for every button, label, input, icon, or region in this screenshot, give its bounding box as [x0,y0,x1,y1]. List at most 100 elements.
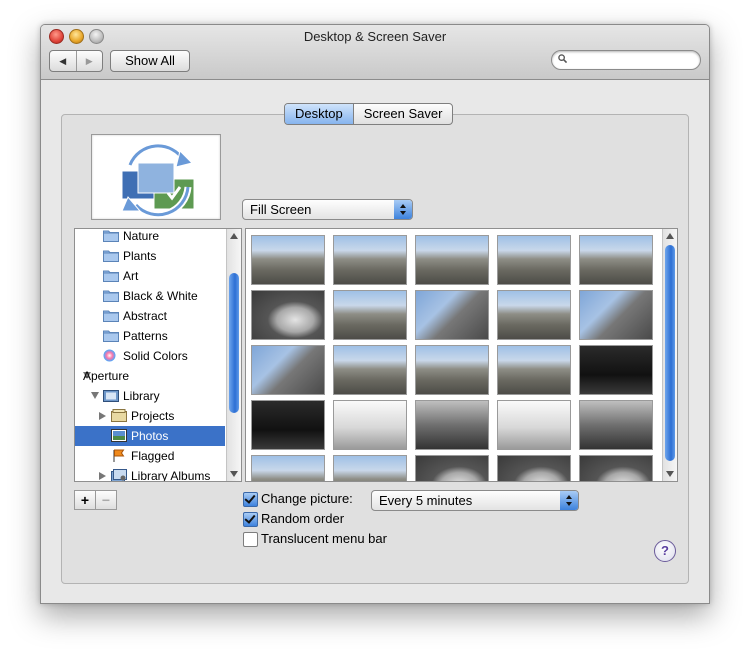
sidebar-item[interactable]: Projects [75,406,225,426]
sidebar-item[interactable]: Library [75,386,225,406]
flag-icon [113,449,125,462]
folder-icon [103,230,119,242]
change-picture-checkbox[interactable] [243,492,258,507]
sidebar-item-label: Plants [123,249,157,263]
toolbar: Desktop & Screen Saver ◀ ▶ Show All [41,25,709,80]
sidebar-item-label: Library Albums [131,469,211,482]
sidebar-item-label: Projects [131,409,175,423]
folder-icon [103,250,119,262]
folder-icon [103,270,119,282]
fit-mode-popup[interactable]: Fill Screen [242,199,413,220]
photo-thumbnail[interactable] [497,455,571,481]
change-picture-label: Change picture: [261,491,353,506]
photo-thumbnail[interactable] [415,290,489,340]
sidebar-item[interactable]: Plants [75,246,225,266]
fit-mode-value: Fill Screen [250,202,312,217]
scroll-down-icon[interactable] [666,471,674,477]
disclosure-open-icon[interactable] [91,392,99,399]
disclosure-closed-icon[interactable] [99,472,106,480]
photo-thumbnail[interactable] [579,455,653,481]
source-list-scrollbar[interactable] [226,229,241,481]
photo-thumbnail[interactable] [333,400,407,450]
sidebar-item-label: Abstract [123,309,168,323]
sidebar-item-label: Photos [131,429,169,443]
sidebar-item[interactable]: Photos [75,426,225,446]
add-remove-control: + − [74,490,117,510]
scroll-thumb[interactable] [665,245,675,461]
random-order-label: Random order [261,511,345,526]
photo-thumbnail[interactable] [333,290,407,340]
photo-thumbnail[interactable] [579,400,653,450]
sidebar-item[interactable]: Solid Colors [75,346,225,366]
popup-arrows-icon [394,200,412,219]
color-wheel-icon [103,349,116,362]
sidebar-item[interactable]: Black & White [75,286,225,306]
photo-thumbnail[interactable] [251,290,325,340]
help-button[interactable]: ? [654,540,676,562]
photo-thumbnail[interactable] [251,455,325,481]
photo-thumbnail[interactable] [497,400,571,450]
source-list[interactable]: Nature Plants Art Black & White Abstract Patt… [74,228,242,482]
sidebar-item[interactable]: Aperture [75,366,225,386]
photo-thumbnail[interactable] [497,235,571,285]
show-all-button[interactable]: Show All [110,50,190,72]
sidebar-item[interactable]: Patterns [75,326,225,346]
interval-value: Every 5 minutes [379,493,473,508]
sidebar-item-label: Solid Colors [123,349,188,363]
photo-thumbnail[interactable] [415,455,489,481]
photo-thumbnail[interactable] [497,345,571,395]
photo-thumbnail[interactable] [579,345,653,395]
photo-thumbnail[interactable] [251,400,325,450]
sidebar-item[interactable]: Nature [75,229,225,246]
back-button[interactable]: ◀ [50,51,76,71]
library-icon [103,390,119,402]
back-forward-control: ◀ ▶ [49,50,103,72]
projects-icon [111,409,127,422]
scroll-thumb[interactable] [229,273,239,413]
disclosure-closed-icon[interactable] [99,412,106,420]
sidebar-item[interactable]: Flagged [75,446,225,466]
translucent-menu-bar-label: Translucent menu bar [261,531,387,546]
random-order-checkbox[interactable] [243,512,258,527]
photo-thumbnail[interactable] [251,235,325,285]
scroll-up-icon[interactable] [230,233,238,239]
interval-popup[interactable]: Every 5 minutes [371,490,579,511]
sidebar-item-label: Aperture [83,369,130,383]
photo-thumbnail[interactable] [415,345,489,395]
sidebar-item[interactable]: Art [75,266,225,286]
sidebar-item-label: Flagged [131,449,175,463]
tab-desktop[interactable]: Desktop [285,104,354,124]
photo-thumbnail[interactable] [333,455,407,481]
search-field[interactable] [551,50,701,70]
window-title: Desktop & Screen Saver [303,29,447,44]
add-folder-button[interactable]: + [75,491,95,509]
sidebar-item-label: Library [123,389,160,403]
folder-icon [103,290,119,302]
photo-thumbnail[interactable] [333,235,407,285]
translucent-menu-bar-checkbox[interactable] [243,532,258,547]
preferences-window: Desktop & Screen Saver ◀ ▶ Show All Desk… [40,24,710,604]
remove-folder-button[interactable]: − [95,491,116,509]
scroll-down-icon[interactable] [230,471,238,477]
search-icon [558,54,567,63]
image-grid-scrollbar[interactable] [662,229,677,481]
search-input[interactable] [572,52,696,70]
sidebar-item[interactable]: Library Albums [75,466,225,482]
sidebar-item[interactable]: Abstract [75,306,225,326]
photo-thumbnail[interactable] [579,235,653,285]
tab-screen-saver[interactable]: Screen Saver [354,104,453,124]
image-grid[interactable] [245,228,678,482]
photo-thumbnail[interactable] [497,290,571,340]
folder-icon [103,310,119,322]
forward-button[interactable]: ▶ [75,51,103,71]
photo-thumbnail[interactable] [415,400,489,450]
photo-thumbnail[interactable] [251,345,325,395]
photo-thumbnail[interactable] [333,345,407,395]
popup-arrows-icon [560,491,578,510]
photo-thumbnail[interactable] [579,290,653,340]
sidebar-item-label: Black & White [123,289,198,303]
photo-thumbnail[interactable] [415,235,489,285]
sidebar-item-label: Nature [123,229,160,243]
sidebar-item-label: Art [123,269,139,283]
scroll-up-icon[interactable] [666,233,674,239]
